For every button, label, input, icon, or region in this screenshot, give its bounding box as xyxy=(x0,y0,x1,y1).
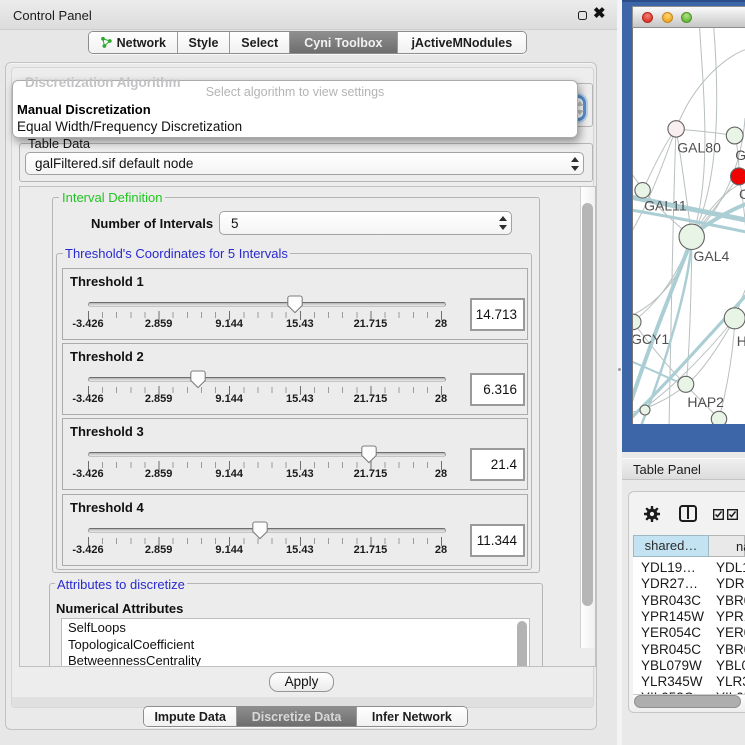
svg-text:GA: GA xyxy=(735,147,745,163)
svg-text:GAL4: GAL4 xyxy=(694,248,730,264)
svg-text:HAP2: HAP2 xyxy=(687,394,724,410)
svg-text:GCY1: GCY1 xyxy=(633,331,669,347)
svg-text:GAL11: GAL11 xyxy=(644,198,687,214)
svg-text:C: C xyxy=(739,186,745,202)
svg-text:H: H xyxy=(737,333,745,349)
svg-text:GAL80: GAL80 xyxy=(677,140,721,156)
